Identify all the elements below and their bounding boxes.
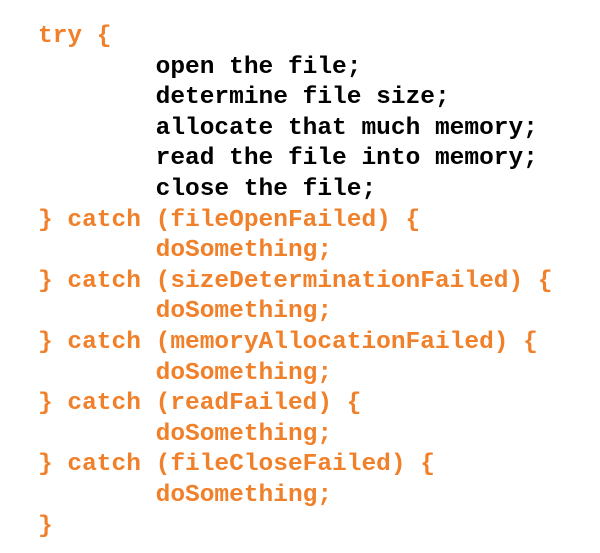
code-line-text: } catch (sizeDeterminationFailed) { (38, 267, 553, 295)
code-line-text: doSomething; (155, 359, 333, 387)
code-line-text: determine file size; (155, 84, 450, 112)
code-line-text: } catch (readFailed) { (38, 390, 362, 418)
code-line: try { (38, 22, 553, 53)
code-line-text: } (38, 512, 53, 540)
code-line: doSomething; (38, 236, 553, 267)
code-line: doSomething; (38, 420, 553, 451)
code-line-text: doSomething; (155, 481, 333, 509)
code-line-text: doSomething; (155, 237, 333, 265)
code-line: doSomething; (38, 359, 553, 390)
code-line: determine file size; (38, 83, 553, 114)
code-line-text: } catch (memoryAllocationFailed) { (38, 328, 538, 356)
code-line: allocate that much memory; (38, 114, 553, 145)
code-line-text: doSomething; (155, 298, 333, 326)
code-line-text: close the file; (155, 175, 377, 203)
code-line-text: doSomething; (155, 420, 333, 448)
code-block: try { open the file; determine file size… (38, 22, 553, 542)
code-line: doSomething; (38, 297, 553, 328)
code-line-text: allocate that much memory; (155, 114, 538, 142)
code-line-text: read the file into memory; (155, 145, 538, 173)
code-line: } catch (fileCloseFailed) { (38, 450, 553, 481)
code-line-text: try { (38, 23, 112, 50)
code-line: } (38, 512, 553, 543)
code-line: open the file; (38, 53, 553, 84)
code-line: doSomething; (38, 481, 553, 512)
code-line: } catch (readFailed) { (38, 389, 553, 420)
code-line: } catch (memoryAllocationFailed) { (38, 328, 553, 359)
code-line-text: open the file; (155, 53, 362, 81)
code-line: read the file into memory; (38, 144, 553, 175)
code-line-text: } catch (fileCloseFailed) { (38, 451, 435, 479)
code-line: close the file; (38, 175, 553, 206)
code-line: } catch (fileOpenFailed) { (38, 206, 553, 237)
code-line: } catch (sizeDeterminationFailed) { (38, 267, 553, 298)
code-line-text: } catch (fileOpenFailed) { (38, 206, 421, 234)
